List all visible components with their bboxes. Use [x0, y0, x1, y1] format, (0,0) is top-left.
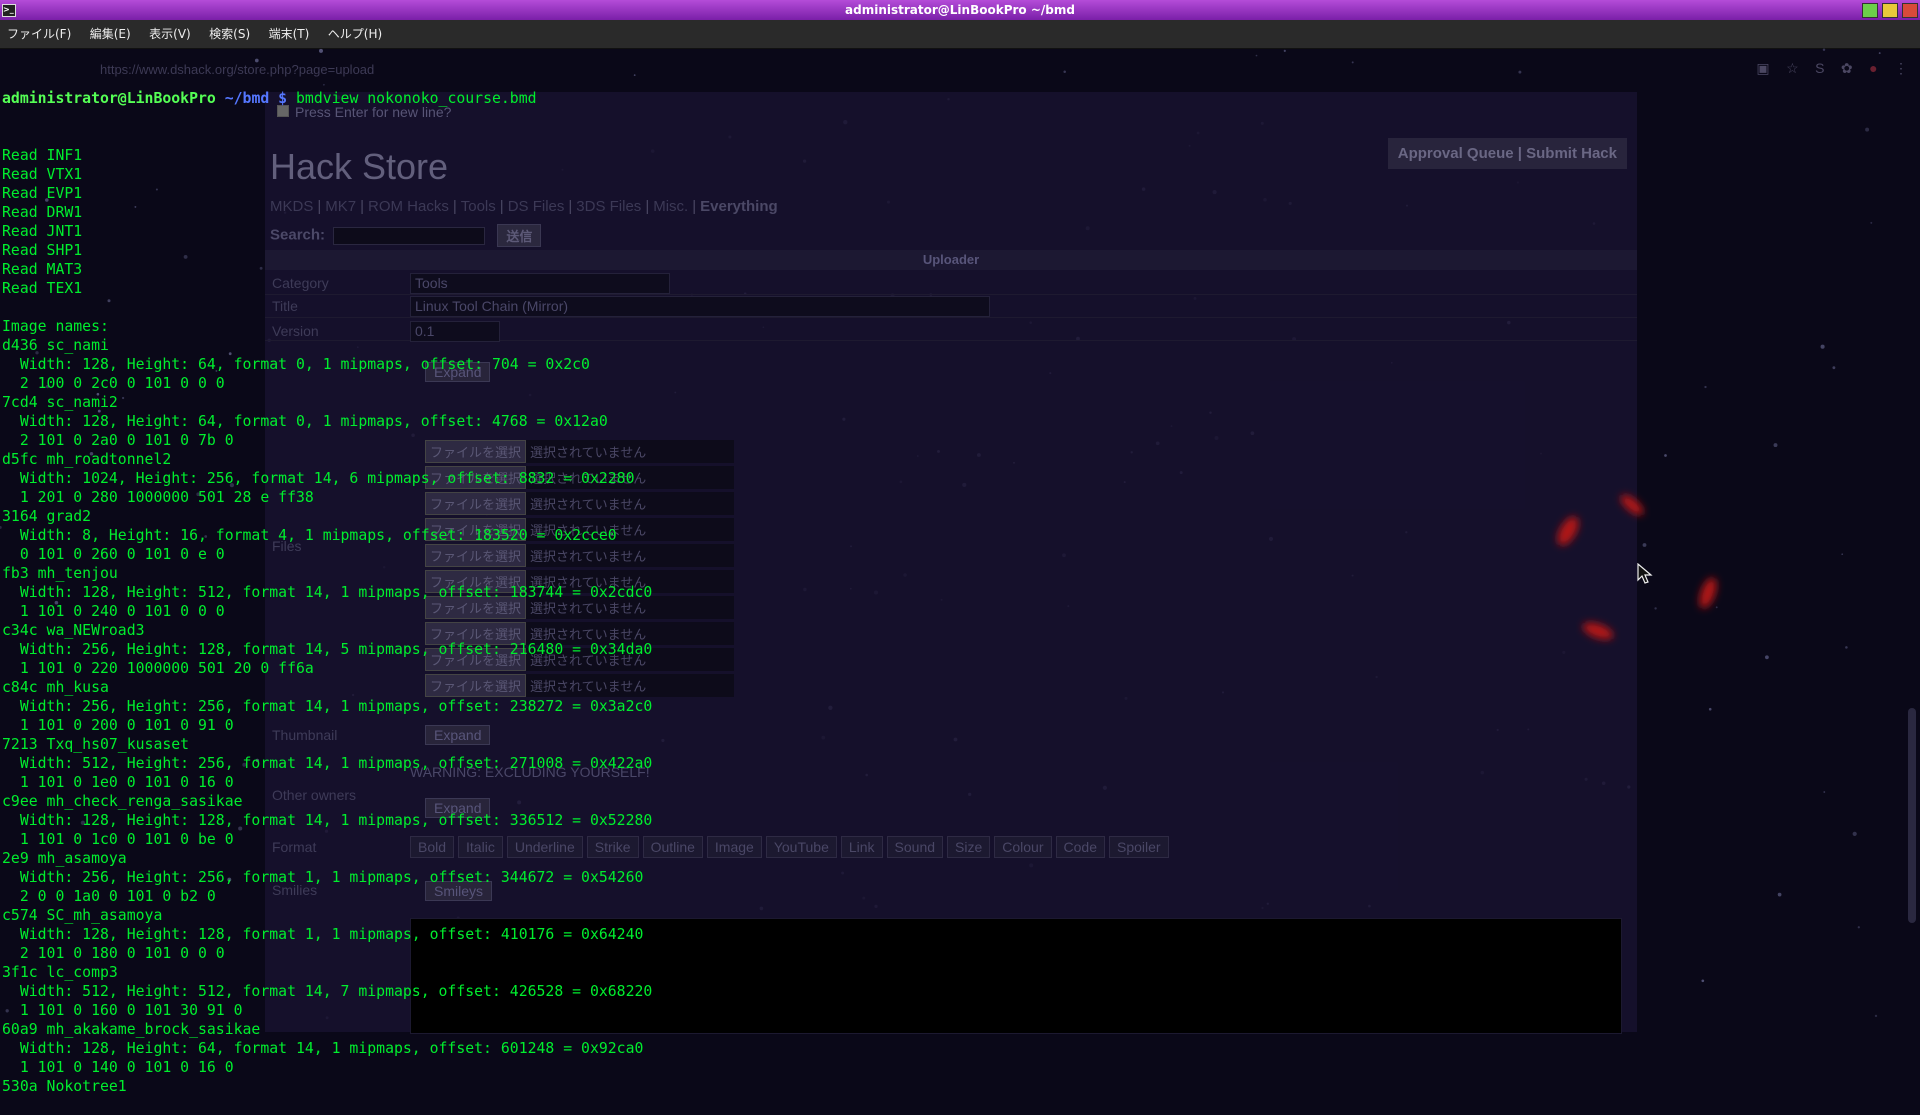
mouse-cursor-icon — [1637, 563, 1653, 584]
terminal-line: Width: 128, Height: 128, format 1, 1 mip… — [2, 926, 644, 943]
terminal-line: 1 101 0 1e0 0 101 0 16 0 — [2, 774, 234, 791]
terminal-line: Read TEX1 — [2, 280, 83, 297]
terminal-line: 2e9 mh_asamoya — [2, 850, 127, 867]
terminal-line: Width: 128, Height: 128, format 14, 1 mi… — [2, 812, 653, 829]
terminal-prompt-line: administrator@LinBookPro ~/bmd $ bmdview… — [2, 89, 1917, 108]
menu-file[interactable]: ファイル(F) — [0, 20, 78, 48]
terminal-line: Read EVP1 — [2, 185, 83, 202]
menu-view[interactable]: 表示(V) — [142, 20, 198, 48]
close-icon[interactable] — [1902, 3, 1918, 18]
terminal-line: 2 0 0 1a0 0 101 0 b2 0 — [2, 888, 216, 905]
terminal-line: 1 101 0 140 0 101 0 16 0 — [2, 1059, 234, 1076]
terminal-line: 530a Nokotree1 — [2, 1078, 127, 1095]
menu-bar: ファイル(F) 編集(E) 表示(V) 検索(S) 端末(T) ヘルプ(H) — [0, 20, 1920, 49]
terminal-line: d5fc mh_roadtonnel2 — [2, 451, 172, 468]
terminal-line: Read INF1 — [2, 147, 83, 164]
terminal-command: bmdview nokonoko_course.bmd — [287, 90, 537, 107]
terminal-line: Image names: — [2, 318, 109, 335]
terminal-line: 3f1c lc_comp3 — [2, 964, 118, 981]
terminal-line: Read DRW1 — [2, 204, 83, 221]
terminal-line: 1 101 0 240 0 101 0 0 0 — [2, 603, 225, 620]
window-titlebar[interactable]: >_ administrator@LinBookPro ~/bmd — [0, 0, 1920, 20]
terminal-line: Read MAT3 — [2, 261, 83, 278]
terminal-line: 60a9 mh_akakame_brock_sasikae — [2, 1021, 261, 1038]
terminal-lines: Read INF1 Read VTX1 Read EVP1 Read DRW1 Read… — [2, 146, 1917, 1096]
terminal-line: d436 sc_nami — [2, 337, 109, 354]
terminal-line: 0 101 0 260 0 101 0 e 0 — [2, 546, 225, 563]
terminal-line: c84c mh_kusa — [2, 679, 109, 696]
terminal-line: Read VTX1 — [2, 166, 83, 183]
menu-search[interactable]: 検索(S) — [202, 20, 257, 48]
terminal-line: Width: 512, Height: 512, format 14, 7 mi… — [2, 983, 653, 1000]
terminal-line: 1 101 0 160 0 101 30 91 0 — [2, 1002, 243, 1019]
terminal-line: 1 101 0 220 1000000 501 20 0 ff6a — [2, 660, 314, 677]
menu-help[interactable]: ヘルプ(H) — [321, 20, 389, 48]
terminal-line: fb3 mh_tenjou — [2, 565, 118, 582]
terminal-line: Width: 512, Height: 256, format 14, 1 mi… — [2, 755, 653, 772]
terminal-icon[interactable]: >_ — [2, 4, 16, 17]
terminal-line: Width: 256, Height: 256, format 1, 1 mip… — [2, 869, 644, 886]
terminal-line: Read SHP1 — [2, 242, 83, 259]
terminal-line: c574 SC_mh_asamoya — [2, 907, 163, 924]
terminal-line: c34c wa_NEWroad3 — [2, 622, 145, 639]
terminal-line: 1 101 0 1c0 0 101 0 be 0 — [2, 831, 234, 848]
menu-edit[interactable]: 編集(E) — [83, 20, 138, 48]
terminal-line: Width: 8, Height: 16, format 4, 1 mipmap… — [2, 527, 617, 544]
terminal-line: Width: 1024, Height: 256, format 14, 6 m… — [2, 470, 635, 487]
terminal-line: Width: 128, Height: 512, format 14, 1 mi… — [2, 584, 653, 601]
terminal-line: 2 101 0 2a0 0 101 0 7b 0 — [2, 432, 234, 449]
terminal-output[interactable]: administrator@LinBookPro ~/bmd $ bmdview… — [2, 51, 1917, 1095]
terminal-line: 1 101 0 200 0 101 0 91 0 — [2, 717, 234, 734]
terminal-line: 2 100 0 2c0 0 101 0 0 0 — [2, 375, 225, 392]
terminal-line: 3164 grad2 — [2, 508, 92, 525]
terminal-line: Width: 256, Height: 256, format 14, 1 mi… — [2, 698, 653, 715]
terminal-line: 7cd4 sc_nami2 — [2, 394, 118, 411]
terminal-line: 2 101 0 180 0 101 0 0 0 — [2, 945, 225, 962]
terminal-line: 7213 Txq_hs07_kusaset — [2, 736, 190, 753]
terminal-line: Width: 128, Height: 64, format 0, 1 mipm… — [2, 356, 590, 373]
window-title: administrator@LinBookPro ~/bmd — [845, 3, 1075, 17]
terminal-line: c9ee mh_check_renga_sasikae — [2, 793, 243, 810]
prompt-user: administrator@LinBookPro — [2, 90, 216, 107]
terminal-line: Width: 128, Height: 64, format 0, 1 mipm… — [2, 413, 608, 430]
prompt-directory: ~/bmd $ — [215, 90, 288, 107]
terminal-line: Width: 256, Height: 128, format 14, 5 mi… — [2, 641, 653, 658]
menu-terminal[interactable]: 端末(T) — [262, 20, 317, 48]
maximize-icon[interactable] — [1882, 3, 1898, 18]
terminal-line: Read JNT1 — [2, 223, 83, 240]
minimize-icon[interactable] — [1862, 3, 1878, 18]
terminal-line: 1 201 0 280 1000000 501 28 e ff38 — [2, 489, 314, 506]
terminal-line: Width: 128, Height: 64, format 14, 1 mip… — [2, 1040, 644, 1057]
